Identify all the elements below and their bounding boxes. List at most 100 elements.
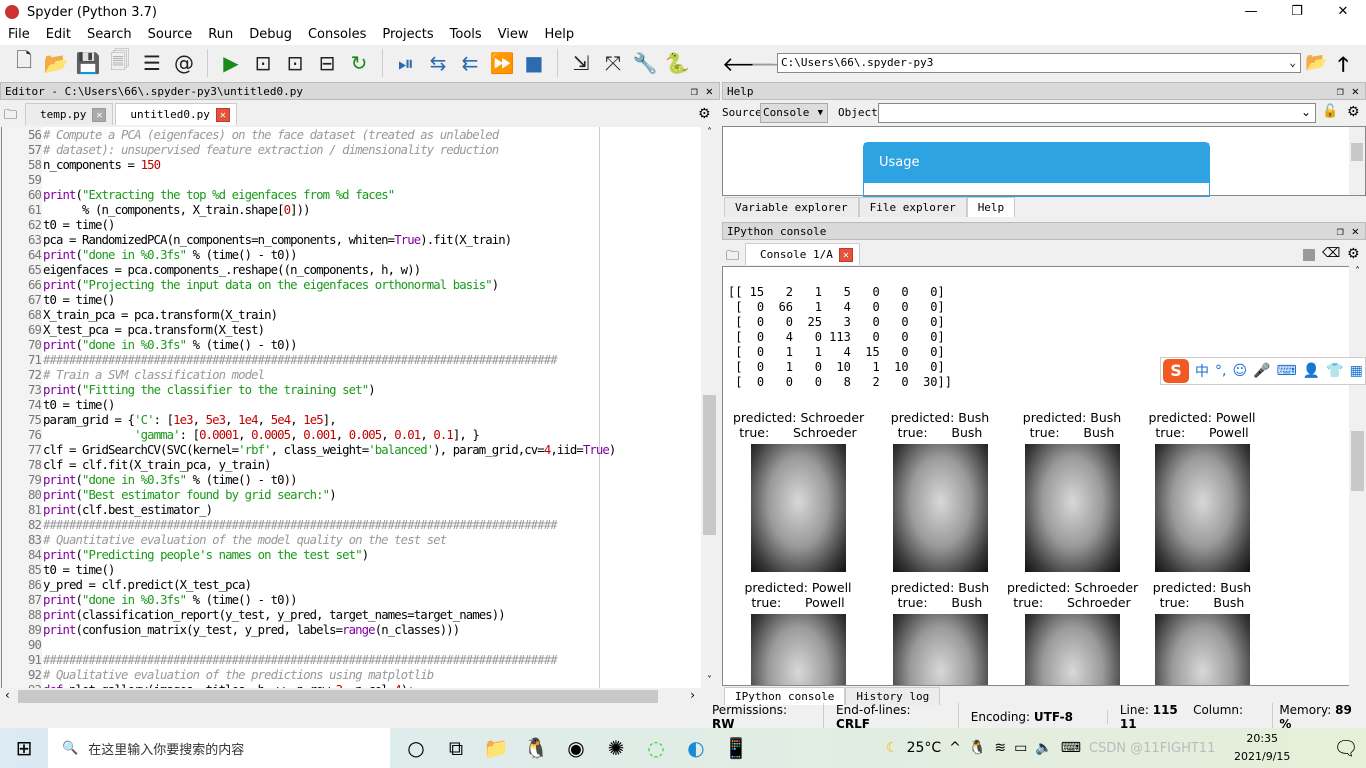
360-icon[interactable]: ◌: [636, 728, 676, 768]
run-selection-icon[interactable]: ⊟: [315, 51, 339, 75]
gear-icon[interactable]: ⚙: [1347, 104, 1360, 120]
menu-search[interactable]: Search: [79, 27, 140, 42]
console-output[interactable]: [[ 15 2 1 5 0 0 0] [ 0 66 1 4 0 0 0] [ 0…: [722, 266, 1350, 686]
tab-file-explorer[interactable]: File explorer: [858, 197, 967, 217]
tab-temp-py[interactable]: temp.py ✕: [25, 103, 114, 125]
back-arrow-icon[interactable]: 🡐: [722, 52, 776, 76]
outline-icon[interactable]: ☰: [140, 51, 164, 75]
debug-step-icon[interactable]: ⏯: [394, 51, 418, 75]
step-into-icon[interactable]: ⇆: [426, 51, 450, 75]
ime-item-icon[interactable]: 🎤: [1253, 363, 1270, 379]
ime-item-icon[interactable]: 👕: [1326, 363, 1343, 379]
menu-tools[interactable]: Tools: [442, 27, 490, 42]
editor-vertical-scrollbar[interactable]: ˄ ˅: [701, 127, 718, 688]
menu-help[interactable]: Help: [537, 27, 583, 42]
close-tab-icon[interactable]: ✕: [92, 107, 107, 122]
close-pane-icon[interactable]: ✕: [706, 84, 713, 98]
undock-icon[interactable]: ❐: [1337, 84, 1344, 98]
parent-directory-icon[interactable]: 🡑: [1338, 50, 1348, 84]
menu-projects[interactable]: Projects: [374, 27, 441, 42]
cortana-icon[interactable]: ○: [396, 728, 436, 768]
undock-icon[interactable]: ❐: [691, 84, 698, 98]
tab-help[interactable]: Help: [966, 197, 1016, 217]
ime-item-icon[interactable]: ⌨: [1277, 363, 1297, 379]
chevron-down-icon[interactable]: ⌄: [1289, 54, 1296, 72]
tab-untitled0-py[interactable]: untitled0.py ✕: [115, 103, 237, 125]
run-cell-icon[interactable]: ⊡: [251, 51, 275, 75]
tab-console-1[interactable]: Console 1/A ✕: [745, 243, 860, 265]
menu-run[interactable]: Run: [200, 27, 241, 42]
preferences-icon[interactable]: 🔧: [633, 51, 658, 75]
browse-tabs-icon[interactable]: 🗀: [4, 106, 17, 128]
source-select[interactable]: Console ▼: [760, 103, 828, 123]
wifi-icon[interactable]: ≋: [994, 740, 1006, 756]
stop-icon[interactable]: ■: [522, 51, 546, 75]
run-icon[interactable]: ▶: [219, 51, 243, 75]
taskbar-search-box[interactable]: 🔍 在这里输入你要搜索的内容: [48, 728, 390, 768]
continue-icon[interactable]: ⏩: [490, 51, 515, 75]
windows-start-icon[interactable]: ⊞: [0, 728, 48, 768]
menu-edit[interactable]: Edit: [38, 27, 79, 42]
qq-tray-icon[interactable]: 🐧: [969, 740, 986, 756]
object-input[interactable]: ⌄: [878, 103, 1316, 123]
keyboard-icon[interactable]: ⌨: [1061, 740, 1081, 756]
menu-view[interactable]: View: [490, 27, 537, 42]
editor-horizontal-scrollbar[interactable]: ‹ ›: [1, 688, 701, 705]
python-path-icon[interactable]: 🐍: [665, 51, 690, 75]
notifications-icon[interactable]: 🗨: [1326, 728, 1366, 768]
undock-icon[interactable]: ❐: [1337, 224, 1344, 238]
at-icon[interactable]: @: [172, 51, 196, 75]
spyder-icon[interactable]: ✺: [596, 728, 636, 768]
menu-consoles[interactable]: Consoles: [300, 27, 374, 42]
maximize-pane-icon[interactable]: ⇲: [569, 51, 593, 75]
chevron-up-icon[interactable]: ^: [949, 740, 961, 756]
new-file-icon[interactable]: 🗋: [12, 48, 36, 75]
close-tab-icon[interactable]: ✕: [838, 247, 853, 262]
menu-source[interactable]: Source: [140, 27, 201, 42]
ime-item-icon[interactable]: 👤: [1303, 363, 1320, 379]
run-cell-advance-icon[interactable]: ⊡: [283, 51, 307, 75]
code-editor[interactable]: 56 # Compute a PCA (eigenfaces) on the fa…: [1, 127, 701, 688]
working-directory-input[interactable]: C:\Users\66\.spyder-py3 ⌄: [777, 53, 1301, 73]
minimize-button[interactable]: —: [1228, 0, 1274, 24]
gear-icon[interactable]: ⚙: [698, 106, 711, 122]
gear-icon[interactable]: ⚙: [1347, 246, 1360, 262]
ime-item-icon[interactable]: 中: [1195, 361, 1209, 381]
save-icon[interactable]: 💾: [76, 51, 101, 75]
step-return-icon[interactable]: ⇇: [458, 51, 482, 75]
open-file-icon[interactable]: 📂: [44, 51, 69, 75]
ime-item-icon[interactable]: °,: [1215, 363, 1226, 379]
eclipse-icon[interactable]: ◉: [556, 728, 596, 768]
re-run-icon[interactable]: ↻: [347, 51, 371, 75]
close-tab-icon[interactable]: ✕: [215, 107, 230, 122]
folder-open-icon[interactable]: 📂: [1305, 52, 1327, 73]
battery-icon[interactable]: ▭: [1014, 740, 1027, 756]
edge-icon[interactable]: ◐: [676, 728, 716, 768]
qq-icon[interactable]: 🐧: [516, 728, 556, 768]
menu-file[interactable]: File: [0, 27, 38, 42]
eraser-icon[interactable]: ⌫: [1322, 246, 1340, 261]
file-explorer-icon[interactable]: 📁: [476, 728, 516, 768]
fullscreen-icon[interactable]: ⤧: [601, 51, 625, 75]
task-view-icon[interactable]: ⧉: [436, 728, 476, 768]
ime-item-icon[interactable]: ▦: [1350, 363, 1363, 379]
menu-debug[interactable]: Debug: [241, 27, 300, 42]
stop-kernel-icon[interactable]: [1303, 249, 1315, 261]
help-scrollbar[interactable]: [1349, 127, 1365, 195]
code-token: param_grid = {: [43, 413, 135, 427]
volume-icon[interactable]: 🔈: [1035, 740, 1052, 756]
phone-icon[interactable]: 📱: [716, 728, 756, 768]
line-number: 74: [27, 398, 42, 412]
forward-arrow-icon[interactable]: 🡒: [750, 52, 804, 76]
restore-button[interactable]: ❐: [1274, 0, 1320, 24]
close-pane-icon[interactable]: ✕: [1352, 84, 1359, 98]
lock-icon[interactable]: 🔓: [1322, 104, 1338, 119]
close-pane-icon[interactable]: ✕: [1352, 224, 1359, 238]
ime-item-icon[interactable]: ☺: [1232, 363, 1247, 379]
clock[interactable]: 20:35 2021/9/15: [1234, 730, 1290, 766]
tab-variable-explorer[interactable]: Variable explorer: [724, 197, 859, 217]
close-button[interactable]: ✕: [1320, 0, 1366, 24]
save-all-icon[interactable]: 🗐: [108, 48, 132, 75]
code-token: print: [43, 623, 76, 637]
console-scrollbar[interactable]: ˄: [1349, 266, 1366, 686]
